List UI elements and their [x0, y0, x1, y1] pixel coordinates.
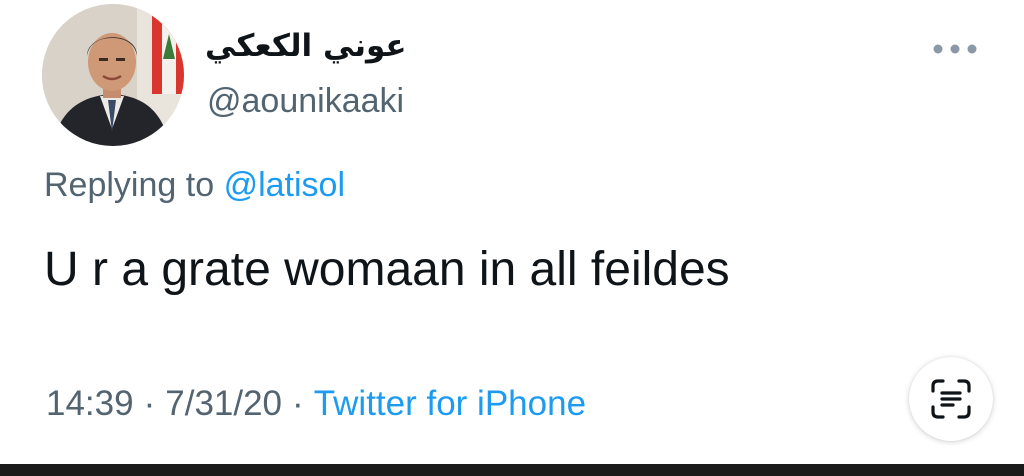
live-text-scan-button[interactable] [909, 357, 993, 441]
avatar-photo [42, 4, 184, 146]
more-options-icon[interactable] [930, 36, 980, 62]
meta-separator: · [143, 384, 156, 423]
tweet-text: U r a grate womaan in all feildes [44, 243, 730, 296]
replying-to-line: Replying to @latisol [44, 166, 345, 205]
bottom-edge-bar [0, 464, 1024, 476]
reply-mention-link[interactable]: @latisol [224, 166, 345, 204]
avatar[interactable] [42, 4, 184, 146]
tweet-source-link[interactable]: Twitter for iPhone [314, 384, 586, 423]
author-handle[interactable]: @aounikaaki [207, 82, 404, 121]
tweet-time[interactable]: 14:39 [46, 384, 134, 423]
tweet-card: عوني الكعكي @aounikaaki Replying to @lat… [0, 0, 1024, 476]
author-display-name[interactable]: عوني الكعكي [205, 28, 407, 64]
meta-separator: · [292, 384, 304, 423]
tweet-meta: 14:39 · 7/31/20 · Twitter for iPhone [46, 384, 586, 424]
replying-to-label: Replying to [44, 166, 215, 204]
tweet-date[interactable]: 7/31/20 [165, 384, 282, 423]
live-text-scan-icon [931, 379, 971, 419]
